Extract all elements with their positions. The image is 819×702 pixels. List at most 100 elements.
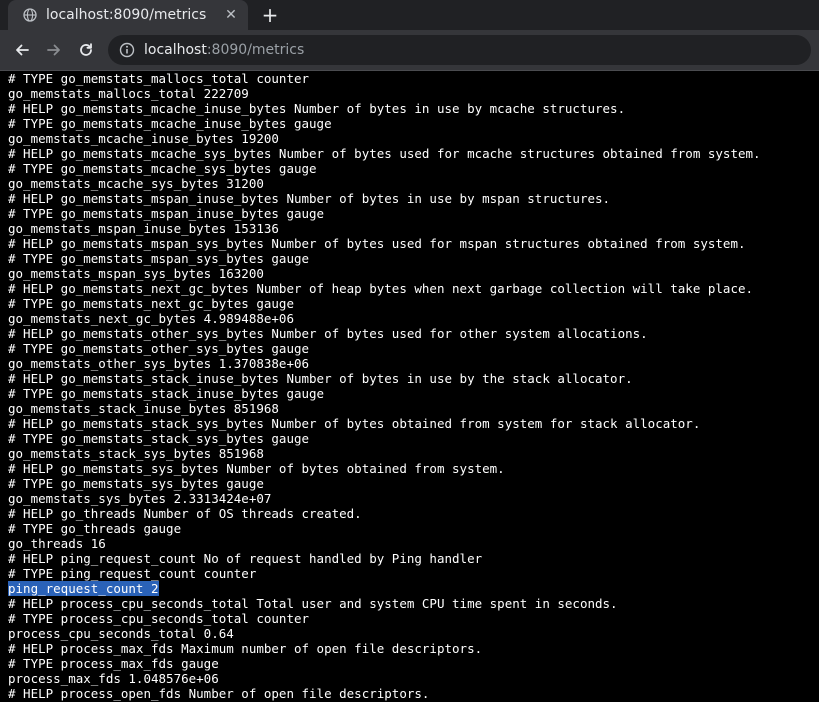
new-tab-button[interactable]: + (258, 3, 282, 27)
metric-line-text: # HELP go_memstats_mcache_inuse_bytes Nu… (8, 101, 626, 116)
metric-line-text: # TYPE go_memstats_stack_sys_bytes gauge (8, 431, 310, 446)
metric-line-text: # TYPE go_memstats_mallocs_total counter (8, 71, 310, 86)
metric-line: # TYPE go_memstats_mspan_inuse_bytes gau… (8, 206, 819, 221)
browser-tab[interactable]: localhost:8090/metrics ✕ (8, 0, 248, 30)
metric-line-text: # TYPE process_cpu_seconds_total counter (8, 611, 310, 626)
metric-line-text: go_memstats_next_gc_bytes 4.989488e+06 (8, 311, 294, 326)
metric-line-text: # TYPE go_threads gauge (8, 521, 182, 536)
metric-line-text: # HELP process_open_fds Number of open f… (8, 686, 430, 701)
metric-line: # TYPE go_memstats_mcache_sys_bytes gaug… (8, 161, 819, 176)
metric-line: # HELP process_cpu_seconds_total Total u… (8, 596, 819, 611)
metric-line-text: # HELP go_memstats_next_gc_bytes Number … (8, 281, 754, 296)
metric-line-text: process_max_fds 1.048576e+06 (8, 671, 219, 686)
browser-chrome: localhost:8090/metrics ✕ + localhost:809… (0, 0, 819, 71)
address-bar[interactable]: localhost:8090/metrics (108, 35, 811, 65)
metric-line: go_memstats_sys_bytes 2.3313424e+07 (8, 491, 819, 506)
metric-line-text: # HELP process_cpu_seconds_total Total u… (8, 596, 618, 611)
globe-icon (22, 7, 38, 23)
metric-line-text: go_memstats_mspan_sys_bytes 163200 (8, 266, 264, 281)
metric-line-text: # HELP go_memstats_mcache_sys_bytes Numb… (8, 146, 761, 161)
browser-toolbar: localhost:8090/metrics (0, 30, 819, 71)
metrics-text: # TYPE go_memstats_mallocs_total counter… (0, 71, 819, 701)
metric-line: # TYPE go_memstats_stack_inuse_bytes gau… (8, 386, 819, 401)
metric-line-text: process_cpu_seconds_total 0.64 (8, 626, 234, 641)
metric-line: # HELP ping_request_count No of request … (8, 551, 819, 566)
metric-line: # TYPE go_threads gauge (8, 521, 819, 536)
metric-line: # HELP go_memstats_stack_sys_bytes Numbe… (8, 416, 819, 431)
arrow-left-icon (16, 44, 29, 56)
metric-line-text: # TYPE go_memstats_sys_bytes gauge (8, 476, 264, 491)
metric-line: ping_request_count 2 (8, 581, 819, 596)
metric-line-text: # TYPE go_memstats_stack_inuse_bytes gau… (8, 386, 325, 401)
metric-line-text: # HELP go_memstats_stack_inuse_bytes Num… (8, 371, 633, 386)
metric-line-text: # HELP process_max_fds Maximum number of… (8, 641, 483, 656)
metric-line: go_memstats_mcache_inuse_bytes 19200 (8, 131, 819, 146)
metric-line: process_max_fds 1.048576e+06 (8, 671, 819, 686)
metric-line: # HELP go_memstats_mspan_sys_bytes Numbe… (8, 236, 819, 251)
metric-line: # HELP go_memstats_stack_inuse_bytes Num… (8, 371, 819, 386)
page-content: # TYPE go_memstats_mallocs_total counter… (0, 71, 819, 702)
selected-metric-line-text: ping_request_count 2 (8, 581, 159, 596)
metric-line: # TYPE process_cpu_seconds_total counter (8, 611, 819, 626)
reload-icon (80, 43, 92, 56)
metric-line: # HELP go_threads Number of OS threads c… (8, 506, 819, 521)
metric-line: # TYPE go_memstats_mspan_sys_bytes gauge (8, 251, 819, 266)
metric-line: # HELP go_memstats_sys_bytes Number of b… (8, 461, 819, 476)
metric-line-text: # HELP go_memstats_stack_sys_bytes Numbe… (8, 416, 701, 431)
metric-line: # HELP go_memstats_other_sys_bytes Numbe… (8, 326, 819, 341)
metric-line-text: # HELP go_memstats_sys_bytes Number of b… (8, 461, 505, 476)
metric-line: go_threads 16 (8, 536, 819, 551)
metric-line: # HELP process_open_fds Number of open f… (8, 686, 819, 701)
metric-line-text: go_memstats_mcache_sys_bytes 31200 (8, 176, 264, 191)
metric-line: # HELP go_memstats_mcache_inuse_bytes Nu… (8, 101, 819, 116)
metric-line: go_memstats_next_gc_bytes 4.989488e+06 (8, 311, 819, 326)
forward-button[interactable] (40, 36, 68, 64)
metric-line: # TYPE go_memstats_sys_bytes gauge (8, 476, 819, 491)
metric-line: # TYPE go_memstats_stack_sys_bytes gauge (8, 431, 819, 446)
metric-line-text: # TYPE go_memstats_mcache_sys_bytes gaug… (8, 161, 317, 176)
metric-line-text: go_memstats_other_sys_bytes 1.370838e+06 (8, 356, 310, 371)
metric-line-text: go_memstats_mallocs_total 222709 (8, 86, 249, 101)
metric-line-text: # TYPE go_memstats_mcache_inuse_bytes ga… (8, 116, 332, 131)
metric-line: # TYPE process_max_fds gauge (8, 656, 819, 671)
info-icon[interactable] (118, 41, 136, 59)
metric-line-text: go_memstats_mcache_inuse_bytes 19200 (8, 131, 279, 146)
metric-line-text: # TYPE go_memstats_other_sys_bytes gauge (8, 341, 310, 356)
metric-line-text: go_memstats_sys_bytes 2.3313424e+07 (8, 491, 272, 506)
metric-line-text: go_threads 16 (8, 536, 106, 551)
close-icon[interactable]: ✕ (222, 6, 240, 24)
metric-line-text: # TYPE process_max_fds gauge (8, 656, 219, 671)
tab-strip: localhost:8090/metrics ✕ + (0, 0, 819, 30)
metric-line: # TYPE go_memstats_mcache_inuse_bytes ga… (8, 116, 819, 131)
metric-line: go_memstats_stack_inuse_bytes 851968 (8, 401, 819, 416)
metric-line: # TYPE go_memstats_mallocs_total counter (8, 71, 819, 86)
metric-line-text: # TYPE go_memstats_mspan_inuse_bytes gau… (8, 206, 325, 221)
metric-line-text: # HELP ping_request_count No of request … (8, 551, 483, 566)
metric-line-text: go_memstats_mspan_inuse_bytes 153136 (8, 221, 279, 236)
metric-line: go_memstats_other_sys_bytes 1.370838e+06 (8, 356, 819, 371)
metric-line-text: go_memstats_stack_inuse_bytes 851968 (8, 401, 279, 416)
metric-line: # TYPE ping_request_count counter (8, 566, 819, 581)
metric-line-text: # TYPE ping_request_count counter (8, 566, 257, 581)
metric-line: go_memstats_mallocs_total 222709 (8, 86, 819, 101)
metric-line-text: # HELP go_memstats_mspan_sys_bytes Numbe… (8, 236, 746, 251)
metric-line-text: # TYPE go_memstats_mspan_sys_bytes gauge (8, 251, 310, 266)
metric-line: go_memstats_mspan_inuse_bytes 153136 (8, 221, 819, 236)
metric-line-text: # TYPE go_memstats_next_gc_bytes gauge (8, 296, 294, 311)
metric-line: # HELP go_memstats_next_gc_bytes Number … (8, 281, 819, 296)
reload-button[interactable] (72, 36, 100, 64)
metric-line: go_memstats_stack_sys_bytes 851968 (8, 446, 819, 461)
metric-line: # HELP process_max_fds Maximum number of… (8, 641, 819, 656)
url-text: localhost:8090/metrics (144, 42, 304, 58)
url-host: localhost (144, 42, 207, 58)
metric-line: go_memstats_mcache_sys_bytes 31200 (8, 176, 819, 191)
metric-line-text: go_memstats_stack_sys_bytes 851968 (8, 446, 264, 461)
tab-title: localhost:8090/metrics (46, 7, 207, 23)
metric-line-text: # HELP go_memstats_other_sys_bytes Numbe… (8, 326, 648, 341)
back-button[interactable] (8, 36, 36, 64)
metric-line: process_cpu_seconds_total 0.64 (8, 626, 819, 641)
url-path: :8090/metrics (206, 42, 305, 58)
metric-line: # TYPE go_memstats_next_gc_bytes gauge (8, 296, 819, 311)
metric-line: # TYPE go_memstats_other_sys_bytes gauge (8, 341, 819, 356)
metric-line-text: # HELP go_memstats_mspan_inuse_bytes Num… (8, 191, 611, 206)
